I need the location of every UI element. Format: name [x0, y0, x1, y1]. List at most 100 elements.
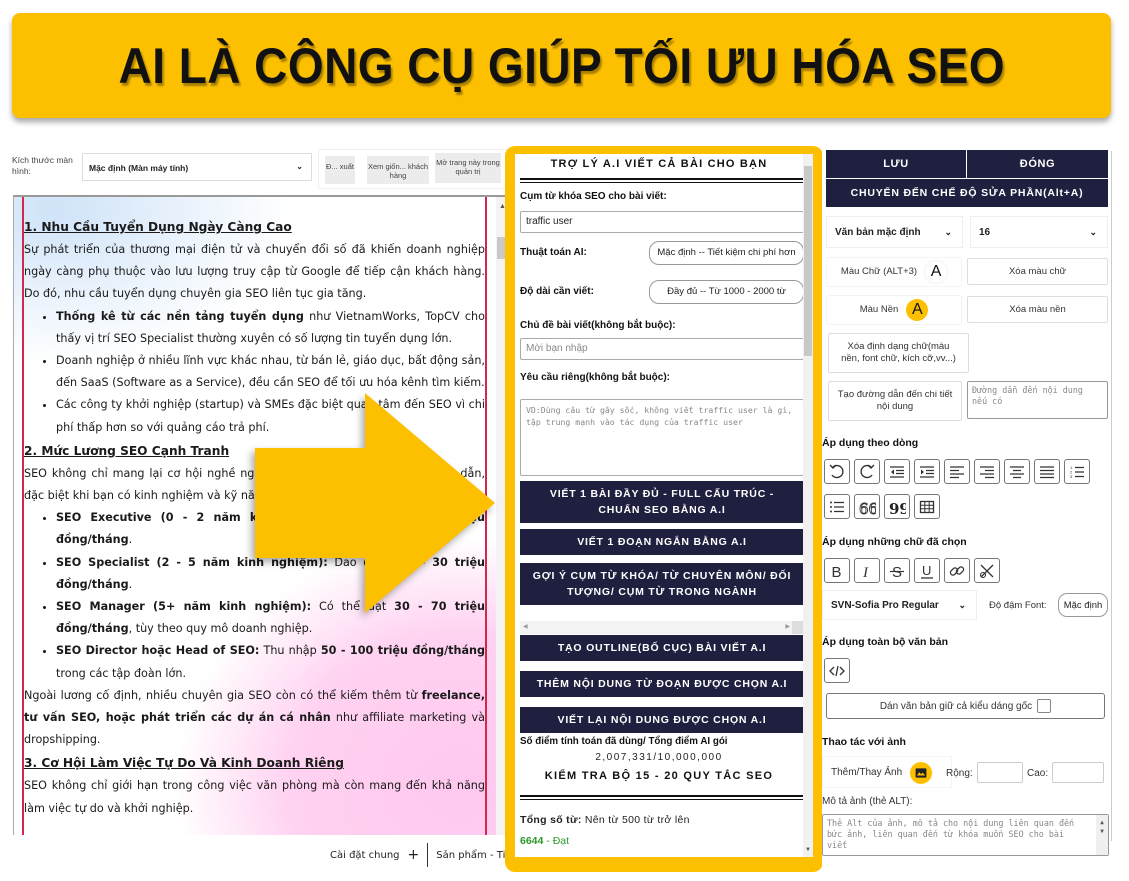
svg-text:66: 66: [859, 500, 876, 516]
create-outline-button[interactable]: TẠO OUTLINE(BỐ CỤC) BÀI VIẾT A.I: [520, 635, 804, 661]
tab-products[interactable]: Sản phẩm - Ti: [436, 850, 505, 861]
divider: [520, 795, 804, 800]
whole-doc-section-title: Áp dụng toàn bộ văn bản: [822, 636, 948, 648]
heading-3: 3. Cơ Hội Làm Việc Tự Do Và Kinh Doanh R…: [24, 756, 344, 771]
paste-keep-style-toggle[interactable]: Dán văn bản giữ cả kiểu dáng gốc: [826, 693, 1105, 719]
align-center-button[interactable]: [1004, 459, 1030, 484]
format-toolbar: LƯU ĐÓNG CHUYỂN ĐẾN CHẾ ĐỘ SỬA PHẦN(Alt+…: [822, 146, 1129, 881]
create-link-button[interactable]: Tạo đường dẫn đến chi tiết nội dung: [828, 381, 962, 421]
section-edit-mode-button[interactable]: CHUYỂN ĐẾN CHẾ ĐỘ SỬA PHẦN(Alt+A): [826, 179, 1108, 207]
redo-button[interactable]: [854, 459, 880, 484]
indent-button[interactable]: [914, 459, 940, 484]
pullquote-button[interactable]: 99: [884, 494, 910, 519]
screen-size-select[interactable]: Mặc định (Màn máy tính) ⌄: [82, 153, 312, 181]
export-button[interactable]: Đ... xuất: [325, 156, 355, 184]
outdent-button[interactable]: [884, 459, 910, 484]
align-justify-icon: [1040, 465, 1054, 478]
image-icon[interactable]: [910, 762, 932, 784]
link-url-textarea[interactable]: Đường dẫn đến nội dung nếu có: [967, 381, 1108, 419]
save-button[interactable]: LƯU: [826, 150, 966, 178]
customer-view-button[interactable]: Xem giốn... khách hàng: [367, 156, 429, 184]
insert-table-button[interactable]: [914, 494, 940, 519]
quote-open-icon: 66: [859, 499, 876, 516]
arrow-right-icon: [255, 393, 495, 613]
length-label: Độ dài cần viết:: [520, 286, 594, 297]
underline-button[interactable]: U: [914, 558, 940, 583]
svg-text:B: B: [832, 564, 842, 580]
scroll-down-icon[interactable]: ▼: [805, 847, 811, 853]
image-height-input[interactable]: [1052, 762, 1104, 783]
algorithm-select[interactable]: Mặc định -- Tiết kiệm chi phí hơn: [649, 241, 804, 265]
add-image-button[interactable]: Thêm/Thay Ảnh: [822, 756, 952, 788]
paste-keep-style-checkbox[interactable]: [1037, 699, 1052, 713]
page: AI LÀ CÔNG CỤ GIÚP TỐI ƯU HÓA SEO Kích t…: [0, 0, 1129, 881]
clear-format-button[interactable]: Xóa định dạng chữ(màu nền, font chữ, kíc…: [828, 333, 969, 373]
svg-text:U: U: [922, 563, 931, 578]
height-label: Cao:: [1027, 768, 1049, 779]
write-full-article-button[interactable]: VIẾT 1 BÀI ĐẦY ĐỦ - FULL CẤU TRÚC - CHUẨ…: [520, 481, 804, 523]
rewrite-selection-button[interactable]: VIẾT LẠI NỘI DUNG ĐƯỢC CHỌN A.I: [520, 707, 804, 733]
align-left-icon: [950, 465, 964, 478]
scroll-left-icon[interactable]: ◀: [523, 623, 528, 630]
remove-link-button[interactable]: [974, 558, 1000, 583]
write-short-paragraph-button[interactable]: VIẾT 1 ĐOẠN NGẮN BẰNG A.I: [520, 529, 804, 555]
svg-text:99: 99: [889, 500, 906, 516]
undo-button[interactable]: [824, 459, 850, 484]
strikethrough-icon: S: [890, 564, 904, 580]
tab-general-settings[interactable]: Cài đặt chung: [330, 850, 408, 861]
ai-assistant-panel: TRỢ LÝ A.I VIẾT CẢ BÀI CHO BẠN Cụm từ kh…: [515, 154, 813, 857]
paragraph-1: Sự phát triển của thương mại điện tử và …: [24, 243, 485, 301]
clear-text-color-button[interactable]: Xóa màu chữ: [967, 258, 1108, 285]
bold-button[interactable]: B: [824, 558, 850, 583]
extend-selection-button[interactable]: THÊM NỘI DUNG TỪ ĐOẠN ĐƯỢC CHỌN A.I: [520, 671, 804, 697]
paragraph-3: Ngoài lương cố định, nhiều chuyên gia SE…: [24, 688, 485, 747]
undo-icon: [829, 464, 844, 478]
font-weight-select[interactable]: Mặc định: [1058, 593, 1108, 617]
html-source-button[interactable]: [824, 658, 850, 683]
strikethrough-button[interactable]: S: [884, 558, 910, 583]
ordered-list-button[interactable]: 123: [1064, 459, 1090, 484]
scrollbar-thumb[interactable]: [804, 166, 812, 356]
request-label: Yêu cầu riêng(không bắt buộc):: [520, 372, 671, 383]
image-width-input[interactable]: [977, 762, 1023, 783]
ai-panel-scrollbar[interactable]: ▼: [803, 154, 813, 857]
suggest-keywords-button[interactable]: GỢI Ý CỤM TỪ KHÓA/ TỪ CHUYÊN MÔN/ ĐỐI TƯ…: [520, 563, 804, 605]
close-button[interactable]: ĐÓNG: [967, 150, 1108, 178]
topic-input[interactable]: Mời bạn nhập: [520, 338, 804, 360]
text-color-icon: A: [925, 261, 948, 283]
clear-background-color-button[interactable]: Xóa màu nền: [967, 296, 1108, 323]
alt-text-textarea[interactable]: Thẻ Alt của ảnh, mô tả cho nội dung liên…: [822, 814, 1109, 856]
background-color-button[interactable]: Màu Nền A: [826, 295, 962, 325]
insert-link-button[interactable]: [944, 558, 970, 583]
length-select[interactable]: Đầy đủ -- Từ 1000 - 2000 từ: [649, 280, 804, 304]
list-item: Doanh nghiệp ở nhiều lĩnh vực khác nhau,…: [56, 350, 485, 394]
plus-icon[interactable]: +: [408, 847, 420, 863]
text-color-button[interactable]: Màu Chữ (ALT+3) A: [826, 257, 962, 287]
seo-check-title: KIỂM TRA BỘ 15 - 20 QUY TẮC SEO: [544, 770, 774, 782]
svg-text:I: I: [862, 565, 869, 580]
horizontal-scrollbar[interactable]: ◀ ▶: [520, 621, 804, 634]
chevron-down-icon: ⌄: [958, 600, 966, 610]
align-justify-button[interactable]: [1034, 459, 1060, 484]
align-right-icon: [980, 465, 994, 478]
keyword-input[interactable]: traffic user: [520, 211, 804, 233]
text-style-select[interactable]: Văn bản mặc định ⌄: [826, 216, 963, 248]
blockquote-button[interactable]: 66: [854, 494, 880, 519]
request-textarea[interactable]: VD:Dùng câu từ gây sốc, không viết traff…: [520, 399, 804, 476]
alt-textarea-scrollbar[interactable]: ▲ ▼: [1096, 815, 1108, 855]
table-icon: [919, 500, 935, 513]
paragraph-4: SEO không chỉ giới hạn trong công việc v…: [24, 779, 485, 815]
align-left-button[interactable]: [944, 459, 970, 484]
image-section-title: Thao tác với ảnh: [822, 736, 906, 748]
align-right-button[interactable]: [974, 459, 1000, 484]
font-family-select[interactable]: SVN-Sofia Pro Regular ⌄: [822, 590, 977, 620]
scroll-right-icon[interactable]: ▶: [785, 623, 790, 630]
line-section-title: Áp dụng theo dòng: [822, 437, 919, 449]
italic-button[interactable]: I: [854, 558, 880, 583]
ai-score-label: Số điểm tính toán đã dùng/ Tổng điểm AI …: [520, 736, 728, 747]
alt-text-label: Mô tả ảnh (thẻ ALT):: [822, 796, 913, 807]
svg-text:3: 3: [1070, 474, 1073, 479]
font-size-select[interactable]: 16 ⌄: [970, 216, 1108, 248]
bullet-list-button[interactable]: [824, 494, 850, 519]
open-in-admin-button[interactable]: Mở trang này trong quản trị: [435, 153, 501, 183]
